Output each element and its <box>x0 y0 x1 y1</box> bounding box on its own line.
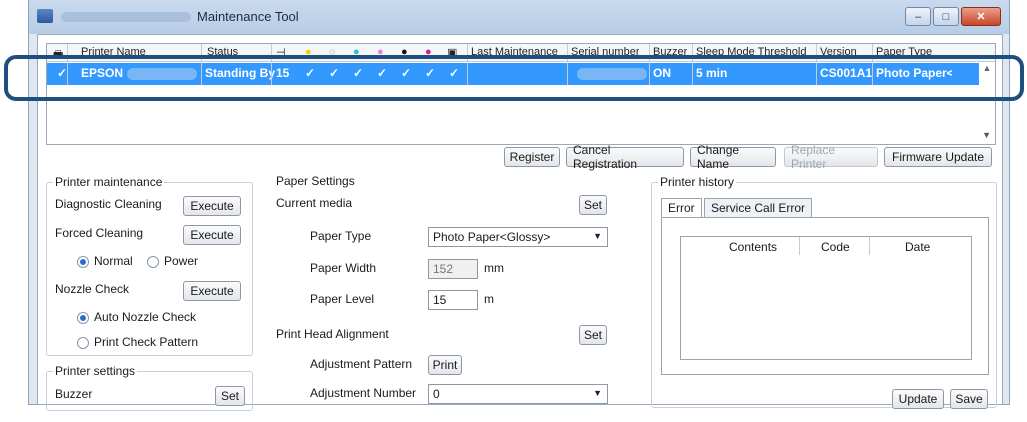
window-title: Maintenance Tool <box>197 9 299 24</box>
paper-level-label: Paper Level <box>310 292 375 306</box>
history-table[interactable]: Contents Code Date <box>680 236 972 360</box>
save-button[interactable]: Save <box>950 389 988 409</box>
chevron-down-icon: ▼ <box>593 388 602 398</box>
adjustment-number-select[interactable]: 0 ▼ <box>428 384 608 404</box>
print-head-alignment-label: Print Head Alignment <box>276 327 389 341</box>
maximize-button[interactable]: □ <box>933 7 959 26</box>
current-media-set-button[interactable]: Set <box>579 195 607 215</box>
tab-service-call-error[interactable]: Service Call Error <box>704 198 813 218</box>
printer-history-title: Printer history <box>658 175 737 189</box>
diagnostic-cleaning-label: Diagnostic Cleaning <box>55 197 162 211</box>
adjustment-pattern-label: Adjustment Pattern <box>310 357 413 371</box>
paper-width-field: 152 <box>428 259 478 279</box>
col-code[interactable]: Code <box>821 240 850 254</box>
current-media-label: Current media <box>276 196 353 210</box>
change-name-button[interactable]: Change Name <box>690 143 776 171</box>
paper-level-unit: m <box>484 292 494 306</box>
printer-maintenance-group: Printer maintenance Diagnostic Cleaning … <box>46 175 253 356</box>
adjustment-pattern-print-button[interactable]: Print <box>428 355 462 375</box>
col-date[interactable]: Date <box>905 240 930 254</box>
paper-level-field[interactable]: 15 <box>428 290 478 310</box>
normal-radio[interactable] <box>77 256 89 268</box>
cancel-registration-button[interactable]: Cancel Registration <box>566 143 684 171</box>
paper-type-value: Photo Paper<Glossy> <box>433 230 551 244</box>
printer-settings-group: Printer settings Buzzer Set <box>46 364 253 411</box>
firmware-update-button[interactable]: Firmware Update <box>884 147 992 167</box>
print-check-pattern-radio[interactable] <box>77 337 89 349</box>
chevron-down-icon: ▼ <box>593 231 602 241</box>
print-head-alignment-set-button[interactable]: Set <box>579 325 607 345</box>
adjustment-number-value: 0 <box>433 387 440 401</box>
power-radio[interactable] <box>147 256 159 268</box>
minimize-button[interactable]: – <box>905 7 931 26</box>
normal-label: Normal <box>94 254 133 268</box>
highlight-annotation <box>4 55 1024 101</box>
print-check-pattern-label: Print Check Pattern <box>94 335 199 349</box>
adjustment-number-label: Adjustment Number <box>310 386 417 400</box>
diagnostic-cleaning-execute-button[interactable]: Execute <box>183 196 241 216</box>
replace-printer-button[interactable]: Replace Printer <box>784 143 878 171</box>
paper-settings-title: Paper Settings <box>274 174 357 188</box>
printer-settings-title: Printer settings <box>53 364 138 378</box>
nozzle-check-execute-button[interactable]: Execute <box>183 281 241 301</box>
buzzer-set-button[interactable]: Set <box>215 386 245 406</box>
col-contents[interactable]: Contents <box>729 240 777 254</box>
grid-dropdown-icon[interactable]: ▼ <box>982 130 991 140</box>
paper-width-label: Paper Width <box>310 261 377 275</box>
printer-maintenance-title: Printer maintenance <box>53 175 165 189</box>
app-icon <box>37 9 53 23</box>
history-panel: Contents Code Date <box>661 217 989 375</box>
title-bar: Maintenance Tool – □ ✕ <box>29 0 1009 34</box>
title-redacted <box>61 12 191 22</box>
forced-cleaning-execute-button[interactable]: Execute <box>183 225 241 245</box>
close-button[interactable]: ✕ <box>961 7 1001 26</box>
paper-settings-group: Paper Settings Current media Set Paper T… <box>272 174 616 422</box>
tab-error[interactable]: Error <box>661 198 702 218</box>
power-label: Power <box>164 254 199 268</box>
buzzer-label: Buzzer <box>55 387 93 401</box>
nozzle-check-label: Nozzle Check <box>55 282 130 296</box>
update-button[interactable]: Update <box>892 389 944 409</box>
forced-cleaning-label: Forced Cleaning <box>55 226 144 240</box>
paper-type-select[interactable]: Photo Paper<Glossy> ▼ <box>428 227 608 247</box>
paper-width-unit: mm <box>484 261 504 275</box>
paper-type-label: Paper Type <box>310 229 372 243</box>
printer-history-group: Printer history Error Service Call Error… <box>651 175 997 409</box>
auto-nozzle-check-label: Auto Nozzle Check <box>94 310 197 324</box>
register-button[interactable]: Register <box>504 147 560 167</box>
auto-nozzle-check-radio[interactable] <box>77 312 89 324</box>
